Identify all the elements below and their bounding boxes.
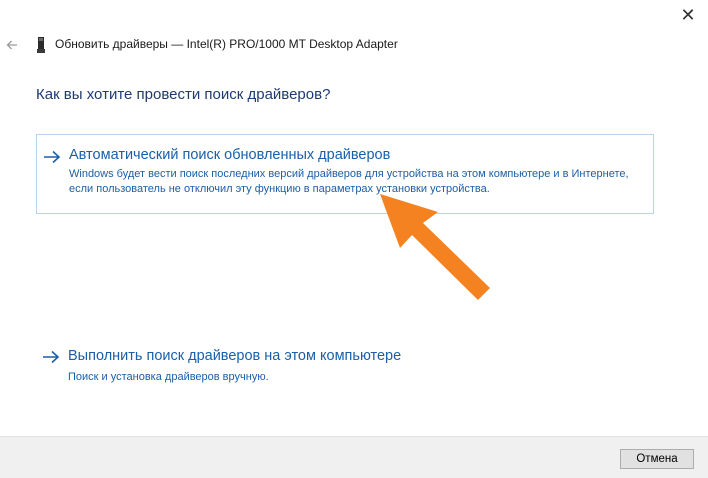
auto-search-title: Автоматический поиск обновленных драйвер…	[69, 147, 391, 163]
page-heading: Как вы хотите провести поиск драйверов?	[36, 86, 331, 103]
arrow-right-icon	[43, 350, 60, 364]
auto-search-option[interactable]: Автоматический поиск обновленных драйвер…	[36, 134, 654, 214]
auto-search-description: Windows будет вести поиск последних верс…	[69, 168, 629, 195]
manual-search-title: Выполнить поиск драйверов на этом компью…	[68, 348, 402, 364]
orange-pointer-arrow-icon	[380, 194, 490, 300]
footer-bar: Отмена	[0, 436, 708, 478]
manual-search-option[interactable]: Выполнить поиск драйверов на этом компью…	[36, 342, 654, 390]
network-adapter-icon	[36, 37, 46, 53]
wizard-header: Обновить драйверы — Intel(R) PRO/1000 MT…	[0, 36, 708, 54]
cancel-button[interactable]: Отмена	[620, 449, 694, 469]
back-arrow-icon[interactable]	[6, 36, 20, 54]
close-icon[interactable]: ✕	[674, 4, 702, 26]
manual-search-description: Поиск и установка драйверов вручную.	[68, 371, 269, 383]
window-title: Обновить драйверы — Intel(R) PRO/1000 MT…	[55, 37, 398, 51]
arrow-right-icon	[44, 150, 61, 164]
